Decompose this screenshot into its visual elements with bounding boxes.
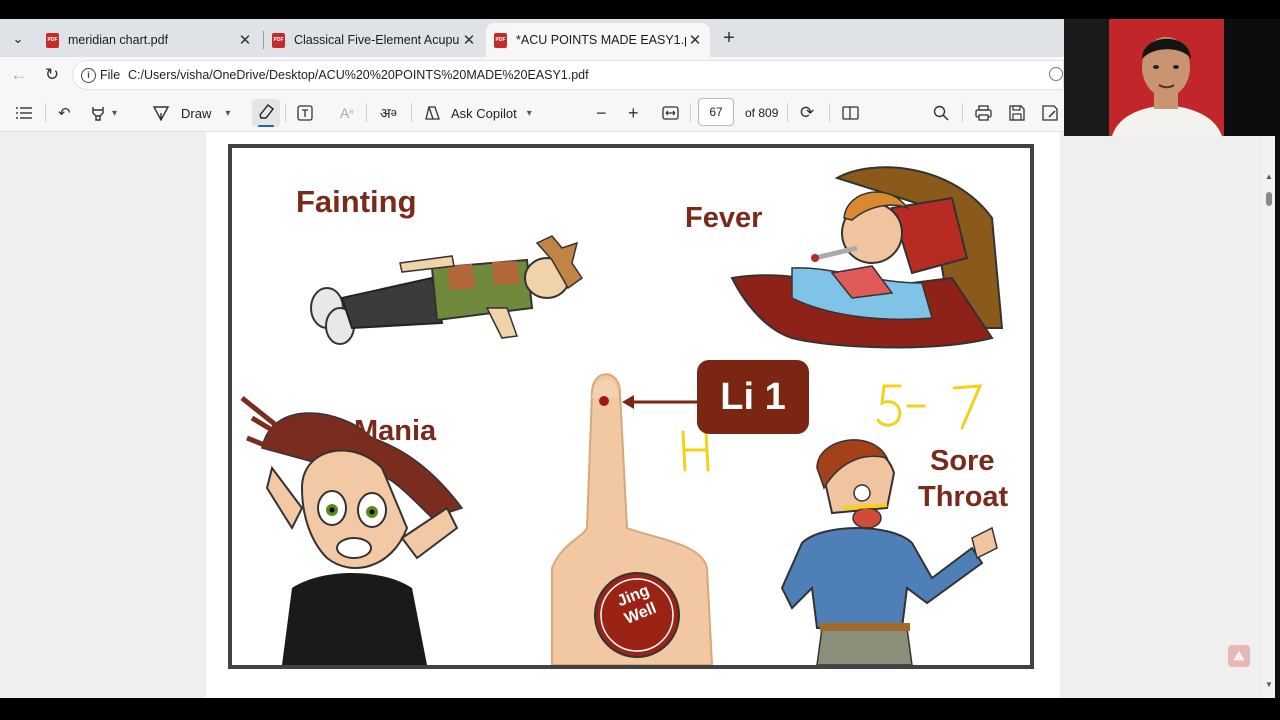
toolbar-divider: [787, 103, 788, 122]
rotate-icon[interactable]: ⟳: [800, 102, 814, 124]
toolbar-divider: [45, 103, 46, 122]
screen-top-bar: [0, 0, 1280, 19]
tab-meridian-chart[interactable]: PDF meridian chart.pdf ✕: [38, 23, 260, 57]
pdf-icon: PDF: [272, 32, 285, 48]
toolbar-divider: [285, 103, 286, 122]
pdf-icon: PDF: [494, 32, 507, 48]
highlighter-icon: [92, 107, 104, 121]
pdf-page: Fainting Fever Mania Sore Throat Li 1 Ji…: [206, 132, 1060, 698]
save-icon[interactable]: [1009, 102, 1025, 124]
presenter-silhouette: [1112, 37, 1222, 136]
chevron-down-icon[interactable]: ▾: [527, 108, 532, 119]
ask-copilot-label: Ask Copilot: [451, 105, 517, 121]
text-box-icon[interactable]: [297, 102, 313, 124]
toolbar-divider: [366, 103, 367, 122]
toolbar-divider: [411, 103, 412, 122]
save-as-icon[interactable]: [1042, 102, 1058, 124]
back-arrow-icon[interactable]: ←: [8, 64, 30, 86]
scroll-thumb[interactable]: [1266, 192, 1272, 206]
fit-width-icon[interactable]: [662, 102, 679, 124]
fainting-figure: [310, 235, 584, 345]
print-icon[interactable]: [975, 102, 992, 124]
slide-frame: Fainting Fever Mania Sore Throat Li 1 Ji…: [228, 144, 1034, 669]
acrobat-icon[interactable]: ⟁: [1228, 645, 1250, 667]
text-style-icon[interactable]: Aᵃ: [340, 102, 353, 124]
tab-strip: ⌄ PDF meridian chart.pdf ✕ PDF Classical…: [0, 19, 1064, 57]
close-icon[interactable]: ✕: [460, 31, 478, 49]
close-icon[interactable]: ✕: [236, 31, 254, 49]
point-badge: Li 1: [697, 360, 809, 434]
url-scheme-label: File: [100, 68, 121, 82]
tab-acu-points-made-easy[interactable]: PDF *ACU POINTS MADE EASY1.pdf ✕: [486, 23, 710, 57]
refresh-icon[interactable]: ↻: [41, 64, 63, 86]
tab-title: *ACU POINTS MADE EASY1.pdf: [516, 33, 686, 47]
active-tool-indicator: [258, 125, 274, 127]
tab-classical-five-element[interactable]: PDF Classical Five-Element Acupuncture ✕: [264, 23, 484, 57]
fainting-label: Fainting: [296, 184, 417, 219]
zoom-in-icon[interactable]: +: [628, 102, 639, 124]
vertical-scrollbar[interactable]: ▲ ▼: [1263, 132, 1275, 698]
page-count: of 809: [745, 106, 779, 120]
toolbar-divider: [962, 103, 963, 122]
chevron-down-icon[interactable]: ▾: [112, 108, 117, 119]
throat-label: Throat: [918, 481, 1009, 513]
pdf-viewer[interactable]: Fainting Fever Mania Sore Throat Li 1 Ji…: [0, 132, 1275, 698]
sore-label: Sore: [930, 445, 995, 477]
screen-bottom-bar: [0, 698, 1280, 720]
fever-figure: [730, 166, 1004, 349]
highlight-tool[interactable]: ▾: [90, 102, 117, 124]
page-view-icon[interactable]: [842, 102, 859, 124]
undo-icon[interactable]: ↶: [58, 102, 71, 124]
tab-title: meridian chart.pdf: [68, 33, 169, 47]
draw-label: Draw: [181, 105, 212, 121]
contents-list-icon[interactable]: [16, 102, 32, 124]
url-path[interactable]: C:/Users/visha/OneDrive/Desktop/ACU%20%2…: [128, 68, 589, 82]
copilot-icon: [425, 106, 440, 120]
webcam-overlay: [1064, 19, 1280, 136]
search-icon[interactable]: [933, 102, 949, 124]
zoom-icon[interactable]: [1049, 67, 1063, 81]
scroll-up-icon[interactable]: ▲: [1265, 172, 1273, 181]
mania-label: Mania: [354, 415, 437, 447]
pdf-icon: PDF: [46, 32, 59, 48]
zoom-out-icon[interactable]: −: [596, 102, 607, 124]
scroll-down-icon[interactable]: ▼: [1265, 680, 1273, 689]
close-icon[interactable]: ✕: [686, 31, 704, 49]
ask-copilot-button[interactable]: Ask Copilot ▾: [425, 102, 532, 124]
address-row: ← ↻ i File C:/Users/visha/OneDrive/Deskt…: [0, 57, 1064, 93]
fever-label: Fever: [685, 202, 763, 234]
draw-tool[interactable]: Draw ▾: [153, 102, 230, 124]
info-icon[interactable]: i: [81, 68, 96, 83]
eraser-icon: [259, 104, 274, 119]
toolbar-divider: [690, 103, 691, 122]
pdf-toolbar: ↶ ▾ Draw ▾ Aᵃ अə Ask Copilot ▾ − + 67 of…: [0, 93, 1064, 132]
translate-icon[interactable]: अə: [380, 102, 397, 124]
point-badge-label: Li 1: [720, 376, 786, 418]
tab-title: Classical Five-Element Acupuncture: [294, 33, 460, 47]
page-number-input[interactable]: 67: [698, 98, 734, 126]
toolbar-divider: [829, 103, 830, 122]
pen-icon: [153, 106, 169, 121]
address-bar[interactable]: i File C:/Users/visha/OneDrive/Desktop/A…: [72, 60, 1064, 90]
tab-actions-menu-icon[interactable]: ⌄: [6, 27, 30, 51]
eraser-button[interactable]: [252, 99, 280, 127]
chevron-down-icon[interactable]: ▾: [225, 108, 230, 119]
new-tab-icon[interactable]: +: [718, 27, 740, 49]
